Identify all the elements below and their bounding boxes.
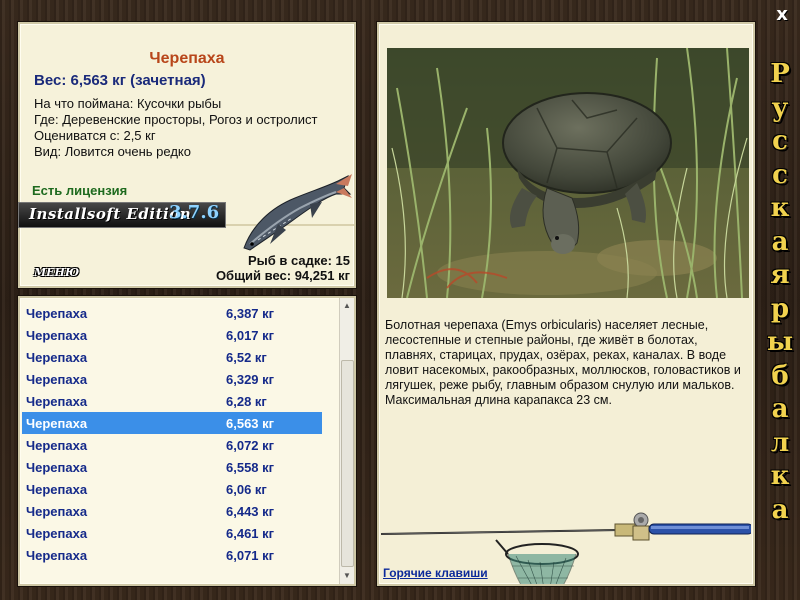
- catch-list: Черепаха 6,387 кг Черепаха 6,017 кг Черепаха…: [22, 302, 322, 566]
- fish-description: Болотная черепаха (Emys orbicularis) нас…: [385, 318, 741, 407]
- title-letter: с: [772, 159, 788, 190]
- bait-line: На что поймана: Кусочки рыбы: [34, 96, 222, 111]
- sturgeon-fish-image: [243, 174, 352, 251]
- title-letter: б: [771, 360, 789, 391]
- list-scrollbar[interactable]: ▲ ▼: [339, 298, 354, 584]
- catch-weight: 6,563 кг: [226, 416, 275, 431]
- title-letter: у: [771, 92, 789, 123]
- fish-detail-panel: Болотная черепаха (Emys orbicularis) нас…: [377, 22, 755, 586]
- title-letter: р: [770, 293, 790, 324]
- catch-name: Черепаха: [26, 328, 88, 343]
- where-line: Где: Деревенские просторы, Рогоз и остро…: [34, 112, 318, 127]
- catch-name: Черепаха: [26, 306, 88, 321]
- kind-line: Вид: Ловится очень редко: [34, 144, 191, 159]
- game-title-vertical: Русскаярыбалка: [765, 58, 795, 527]
- catch-row[interactable]: Черепаха 6,461 кг: [22, 522, 322, 544]
- catch-name: Черепаха: [26, 548, 88, 563]
- catch-weight: 6,28 кг: [226, 394, 267, 409]
- catch-row[interactable]: Черепаха 6,06 кг: [22, 478, 322, 500]
- catch-row[interactable]: Черепаха 6,072 кг: [22, 434, 322, 456]
- fish-count: Рыб в садке: 15: [247, 253, 350, 268]
- catch-row[interactable]: Черепаха 6,387 кг: [22, 302, 322, 324]
- scroll-down-icon[interactable]: ▼: [340, 569, 354, 583]
- fish-details: На что поймана: Кусочки рыбы Где: Дереве…: [34, 96, 334, 160]
- catch-list-panel: Черепаха 6,387 кг Черепаха 6,017 кг Черепаха…: [18, 296, 356, 586]
- catch-name: Черепаха: [26, 438, 88, 453]
- license-status: Есть лицензия: [32, 183, 128, 198]
- catch-name: Черепаха: [26, 394, 88, 409]
- scroll-up-icon[interactable]: ▲: [340, 299, 354, 313]
- close-icon: x: [776, 4, 788, 25]
- catch-row[interactable]: Черепаха 6,329 кг: [22, 368, 322, 390]
- catch-weight: 6,072 кг: [226, 438, 275, 453]
- fish-weight: Вес: 6,563 кг (зачетная): [34, 72, 206, 89]
- title-letter: с: [772, 126, 788, 156]
- total-weight: Общий вес: 94,251 кг: [215, 268, 350, 283]
- catch-name: Черепаха: [26, 372, 88, 387]
- catch-weight: 6,443 кг: [226, 504, 275, 519]
- catch-weight: 6,06 кг: [226, 482, 267, 497]
- catch-row[interactable]: Черепаха 6,52 кг: [22, 346, 322, 368]
- fish-info-panel: Черепаха Вес: 6,563 кг (зачетная) На что…: [18, 22, 356, 288]
- menu-button[interactable]: МЕНЮ: [32, 266, 81, 279]
- edition-name: Installsoft Edition: [29, 205, 192, 223]
- catch-row[interactable]: Черепаха 6,558 кг: [22, 456, 322, 478]
- catch-weight: 6,558 кг: [226, 460, 275, 475]
- catch-name: Черепаха: [26, 416, 88, 431]
- title-letter: к: [770, 193, 790, 223]
- title-letter: ы: [766, 327, 794, 357]
- valued-line: Оцениватся с: 2,5 кг: [34, 128, 156, 143]
- catch-weight: 6,52 кг: [226, 350, 267, 365]
- edition-banner: Installsoft Edition 3.7.6: [18, 202, 226, 228]
- fish-name-title: Черепаха: [149, 50, 225, 67]
- title-letter: а: [771, 394, 789, 424]
- catch-name: Черепаха: [26, 526, 88, 541]
- catch-row[interactable]: Черепаха 6,071 кг: [22, 544, 322, 566]
- catch-name: Черепаха: [26, 350, 88, 365]
- title-letter: к: [770, 461, 790, 491]
- title-letter: л: [770, 427, 790, 458]
- catch-weight: 6,071 кг: [226, 548, 275, 563]
- catch-weight: 6,387 кг: [226, 306, 275, 321]
- catch-name: Черепаха: [26, 460, 88, 475]
- catch-name: Черепаха: [26, 482, 88, 497]
- turtle-photo: [387, 48, 749, 298]
- catch-row[interactable]: Черепаха 6,443 кг: [22, 500, 322, 522]
- title-letter: я: [770, 260, 790, 290]
- close-button[interactable]: x: [772, 4, 792, 26]
- catch-name: Черепаха: [26, 504, 88, 519]
- scroll-thumb[interactable]: [341, 360, 354, 567]
- title-letter: Р: [770, 59, 790, 89]
- title-letter: а: [771, 226, 789, 257]
- catch-weight: 6,461 кг: [226, 526, 275, 541]
- catch-row[interactable]: Черепаха 6,017 кг: [22, 324, 322, 346]
- catch-row-selected[interactable]: Черепаха 6,563 кг: [22, 412, 322, 434]
- hotkeys-link[interactable]: Горячие клавиши: [383, 566, 488, 580]
- title-letter: а: [771, 494, 789, 525]
- catch-weight: 6,017 кг: [226, 328, 275, 343]
- catch-row[interactable]: Черепаха 6,28 кг: [22, 390, 322, 412]
- catch-weight: 6,329 кг: [226, 372, 275, 387]
- edition-version: 3.7.6: [169, 202, 220, 223]
